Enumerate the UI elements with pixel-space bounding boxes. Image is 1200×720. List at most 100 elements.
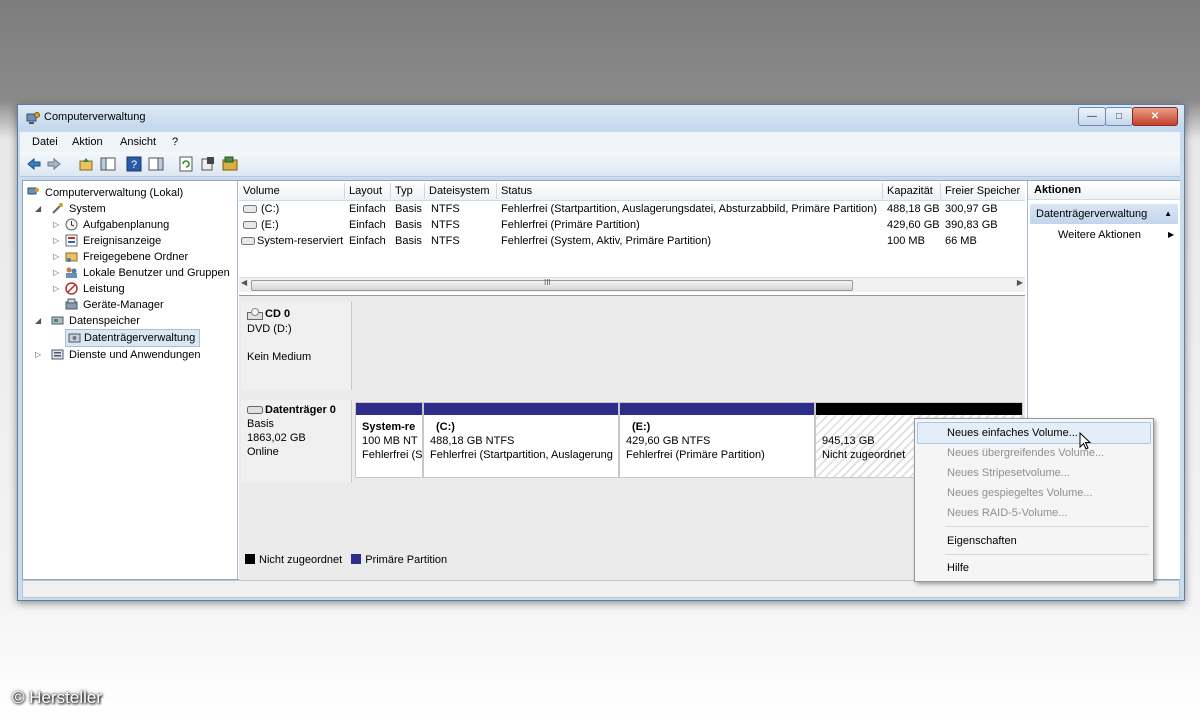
properties-icon[interactable] xyxy=(200,156,216,172)
column-header-layout[interactable]: Layout xyxy=(345,183,391,199)
table-row[interactable]: (C:) Einfach Basis NTFS Fehlerfrei (Star… xyxy=(239,201,1025,217)
partition-e[interactable]: (E:) 429,60 GB NTFS Fehlerfrei (Primäre … xyxy=(619,402,815,478)
help-icon[interactable]: ? xyxy=(126,156,142,172)
cell-layout: Einfach xyxy=(349,203,386,215)
cell-typ: Basis xyxy=(395,219,422,231)
collapsed-arrow-icon[interactable]: ▷ xyxy=(35,347,41,363)
volume-table: Volume Layout Typ Dateisystem Status Kap… xyxy=(239,181,1025,292)
menu-item-new-striped-volume[interactable]: Neues Stripesetvolume... xyxy=(947,467,1070,479)
column-header-typ[interactable]: Typ xyxy=(391,183,425,199)
context-menu: Neues einfaches Volume... Neues übergrei… xyxy=(914,418,1154,582)
refresh-icon[interactable] xyxy=(178,156,194,172)
up-folder-icon[interactable] xyxy=(78,156,94,172)
computer-management-icon xyxy=(26,112,40,124)
scroll-grip-marker: III xyxy=(544,278,551,287)
storage-icon xyxy=(51,316,64,325)
actions-section-datentraegerverwaltung[interactable]: Datenträgerverwaltung ▲ xyxy=(1030,204,1178,224)
collapse-up-icon[interactable]: ▲ xyxy=(1164,204,1172,224)
computer-management-icon xyxy=(27,187,39,195)
column-header-volume[interactable]: Volume xyxy=(239,183,345,199)
minimize-button[interactable]: — xyxy=(1078,107,1106,126)
tree-item-ereignisanzeige[interactable]: ▷ Ereignisanzeige xyxy=(53,233,161,249)
hard-disk-icon xyxy=(247,406,263,414)
column-header-kapazitaet[interactable]: Kapazität xyxy=(883,183,941,199)
column-header-freier-speicher[interactable]: Freier Speicher xyxy=(941,183,1025,199)
menu-ansicht[interactable]: Ansicht xyxy=(120,136,156,148)
expanded-arrow-icon[interactable]: ◢ xyxy=(35,313,41,329)
collapsed-arrow-icon[interactable]: ▷ xyxy=(53,265,59,281)
menu-datei[interactable]: Datei xyxy=(32,136,58,148)
collapsed-arrow-icon[interactable]: ▷ xyxy=(53,233,59,249)
back-icon[interactable] xyxy=(26,156,42,172)
tree-item-freigegebene-ordner[interactable]: ▷ Freigegebene Ordner xyxy=(53,249,188,265)
table-row[interactable]: (E:) Einfach Basis NTFS Fehlerfrei (Prim… xyxy=(239,217,1025,233)
tree-item-root[interactable]: Computerverwaltung (Lokal) xyxy=(27,185,183,201)
users-icon xyxy=(66,267,77,278)
horizontal-scrollbar[interactable]: ◀ III ▶ xyxy=(239,277,1025,292)
menu-item-new-simple-volume[interactable]: Neues einfaches Volume... xyxy=(947,427,1078,439)
collapsed-arrow-icon[interactable]: ▷ xyxy=(53,281,59,297)
cell-dateisystem: NTFS xyxy=(431,203,460,215)
menu-aktion[interactable]: Aktion xyxy=(72,136,103,148)
window-title: Computerverwaltung xyxy=(44,111,146,123)
disk-settings-icon[interactable] xyxy=(222,156,238,172)
tree-item-lokale-benutzer[interactable]: ▷ Lokale Benutzer und Gruppen xyxy=(53,265,230,281)
cell-volume: (E:) xyxy=(261,219,279,231)
tree-label-leistung: Leistung xyxy=(83,283,125,295)
partition-c[interactable]: (C:) 488,18 GB NTFS Fehlerfrei (Startpar… xyxy=(423,402,619,478)
partition-status: Fehlerfrei (Primäre Partition) xyxy=(626,449,765,461)
submenu-arrow-icon: ▶ xyxy=(1168,230,1175,239)
expanded-arrow-icon[interactable]: ◢ xyxy=(35,201,41,217)
show-hide-tree-icon[interactable] xyxy=(100,156,116,172)
menu-item-new-raid5-volume[interactable]: Neues RAID-5-Volume... xyxy=(947,507,1067,519)
primary-partition-bar xyxy=(620,403,814,415)
menu-item-new-mirrored-volume[interactable]: Neues gespiegeltes Volume... xyxy=(947,487,1093,499)
scroll-right-icon[interactable]: ▶ xyxy=(1017,278,1023,287)
copyright-watermark: © Hersteller xyxy=(12,688,102,707)
scroll-left-icon[interactable]: ◀ xyxy=(241,278,247,287)
tree-item-dienste[interactable]: ▷ Dienste und Anwendungen xyxy=(35,347,201,363)
partition-system-reserved[interactable]: System-re 100 MB NT Fehlerfrei (S xyxy=(355,402,423,478)
cell-status: Fehlerfrei (System, Aktiv, Primäre Parti… xyxy=(501,235,712,247)
maximize-button[interactable]: □ xyxy=(1105,107,1133,126)
tree-item-geraete-manager[interactable]: Geräte-Manager xyxy=(53,297,164,313)
cell-typ: Basis xyxy=(395,235,422,247)
tree-item-aufgabenplanung[interactable]: ▷ Aufgabenplanung xyxy=(53,217,169,233)
action-pane-icon[interactable] xyxy=(148,156,164,172)
menu-help[interactable]: ? xyxy=(172,136,178,148)
partition-status: Nicht zugeordnet xyxy=(822,449,906,461)
menu-item-properties[interactable]: Eigenschaften xyxy=(947,535,1017,547)
more-actions-item[interactable]: Weitere Aktionen xyxy=(1058,229,1141,241)
partition-title: (E:) xyxy=(632,421,651,433)
partition-status: Fehlerfrei (S xyxy=(362,449,423,461)
collapsed-arrow-icon[interactable]: ▷ xyxy=(53,249,59,265)
window-controls: — □ ✕ xyxy=(1078,107,1178,126)
title-bar[interactable]: Computerverwaltung — □ ✕ xyxy=(18,105,1184,131)
column-header-dateisystem[interactable]: Dateisystem xyxy=(425,183,497,199)
table-row[interactable]: System-reserviert Einfach Basis NTFS Feh… xyxy=(239,233,1025,249)
cell-dateisystem: NTFS xyxy=(431,219,460,231)
services-icon xyxy=(51,349,64,360)
close-button[interactable]: ✕ xyxy=(1132,107,1178,126)
partition-title: System-re xyxy=(362,421,416,433)
disk-management-icon xyxy=(68,333,81,343)
collapsed-arrow-icon[interactable]: ▷ xyxy=(53,217,59,233)
menu-bar: Datei Aktion Ansicht ? xyxy=(20,132,1180,152)
menu-separator xyxy=(945,554,1149,555)
scrollbar-thumb[interactable]: III xyxy=(251,278,853,291)
tree-item-system[interactable]: ◢ System xyxy=(35,201,106,217)
tree-item-leistung[interactable]: ▷ Leistung xyxy=(53,281,125,297)
actions-section-label: Datenträgerverwaltung xyxy=(1036,208,1148,220)
column-header-status[interactable]: Status xyxy=(497,183,883,199)
tree-item-datenspeicher[interactable]: ◢ Datenspeicher xyxy=(35,313,140,329)
cd-label[interactable]: CD 0 DVD (D:) Kein Medium xyxy=(241,302,352,390)
disk0-label[interactable]: Datenträger 0 Basis 1863,02 GB Online xyxy=(241,400,352,482)
partition-title: (C:) xyxy=(436,421,455,433)
device-manager-icon xyxy=(65,298,78,310)
tree-item-datentraegerverwaltung[interactable]: Datenträgerverwaltung xyxy=(65,329,201,347)
cell-kapazitaet: 429,60 GB xyxy=(887,219,940,231)
forward-icon[interactable] xyxy=(46,156,62,172)
menu-item-help[interactable]: Hilfe xyxy=(947,562,969,574)
disk0-name: Datenträger 0 xyxy=(265,404,336,416)
disk0-size: 1863,02 GB xyxy=(247,432,306,444)
